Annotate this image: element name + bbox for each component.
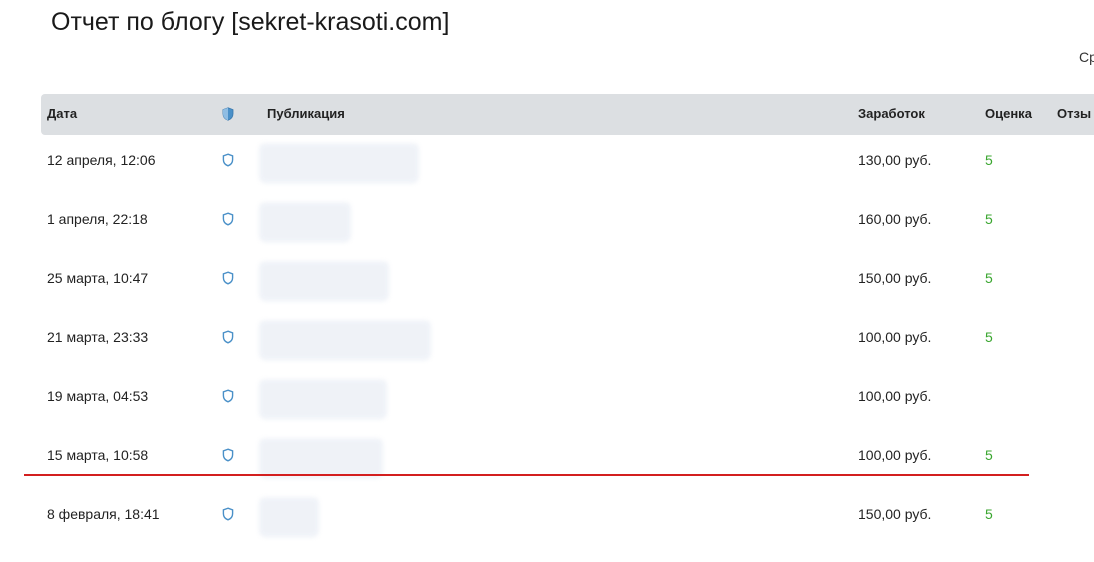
page-title: Отчет по блогу [sekret-krasoti.com]	[51, 8, 450, 36]
row-earnings: 100,00 руб.	[858, 447, 932, 463]
row-earnings: 150,00 руб.	[858, 506, 932, 522]
shield-outline-icon	[222, 330, 234, 344]
row-score: 5	[985, 211, 993, 227]
publication-link-blurred[interactable]	[259, 143, 419, 183]
publication-link-blurred[interactable]	[259, 202, 351, 242]
table-header: Дата Публикация Заработок Оценка Отзы	[41, 94, 1094, 135]
row-score: 5	[985, 270, 993, 286]
table-body: 12 апреля, 12:06 130,00 руб. 5 1 апреля,…	[41, 135, 1094, 548]
row-date: 1 апреля, 22:18	[47, 211, 148, 227]
table-row: 8 февраля, 18:41 150,00 руб. 5	[41, 489, 1094, 548]
column-header-publication[interactable]: Публикация	[267, 106, 345, 121]
row-date: 15 марта, 10:58	[47, 447, 149, 463]
row-date: 25 марта, 10:47	[47, 270, 149, 286]
publication-link-blurred[interactable]	[259, 261, 389, 301]
row-date: 12 апреля, 12:06	[47, 152, 156, 168]
shield-filled-icon	[222, 107, 234, 121]
shield-outline-icon	[222, 448, 234, 462]
row-date: 21 марта, 23:33	[47, 329, 149, 345]
shield-outline-icon	[222, 389, 234, 403]
table-row: 1 апреля, 22:18 160,00 руб. 5	[41, 194, 1094, 253]
column-header-score[interactable]: Оценка	[985, 106, 1032, 121]
shield-outline-icon	[222, 507, 234, 521]
row-earnings: 130,00 руб.	[858, 152, 932, 168]
row-earnings: 100,00 руб.	[858, 388, 932, 404]
row-earnings: 160,00 руб.	[858, 211, 932, 227]
table-row: 21 марта, 23:33 100,00 руб. 5	[41, 312, 1094, 371]
table-row: 19 марта, 04:53 100,00 руб.	[41, 371, 1094, 430]
row-score: 5	[985, 152, 993, 168]
shield-outline-icon	[222, 271, 234, 285]
report-table: Дата Публикация Заработок Оценка Отзы 12…	[41, 94, 1094, 548]
publication-link-blurred[interactable]	[259, 379, 387, 419]
row-earnings: 150,00 руб.	[858, 270, 932, 286]
row-score: 5	[985, 447, 993, 463]
row-score: 5	[985, 329, 993, 345]
column-header-date[interactable]: Дата	[47, 106, 77, 121]
table-row: 25 марта, 10:47 150,00 руб. 5	[41, 253, 1094, 312]
row-earnings: 100,00 руб.	[858, 329, 932, 345]
red-divider-line	[24, 474, 1029, 476]
publication-link-blurred[interactable]	[259, 497, 319, 537]
shield-outline-icon	[222, 153, 234, 167]
row-date: 8 февраля, 18:41	[47, 506, 160, 522]
report-page: Отчет по блогу [sekret-krasoti.com] Ср Д…	[0, 0, 1094, 562]
shield-outline-icon	[222, 212, 234, 226]
table-row: 12 апреля, 12:06 130,00 руб. 5	[41, 135, 1094, 194]
column-header-earnings[interactable]: Заработок	[858, 106, 925, 121]
table-row: 15 марта, 10:58 100,00 руб. 5	[41, 430, 1094, 489]
row-date: 19 марта, 04:53	[47, 388, 149, 404]
publication-link-blurred[interactable]	[259, 320, 431, 360]
column-header-reviews[interactable]: Отзы	[1057, 106, 1091, 121]
row-score: 5	[985, 506, 993, 522]
truncated-header-label: Ср	[1079, 49, 1094, 65]
publication-link-blurred[interactable]	[259, 438, 383, 478]
